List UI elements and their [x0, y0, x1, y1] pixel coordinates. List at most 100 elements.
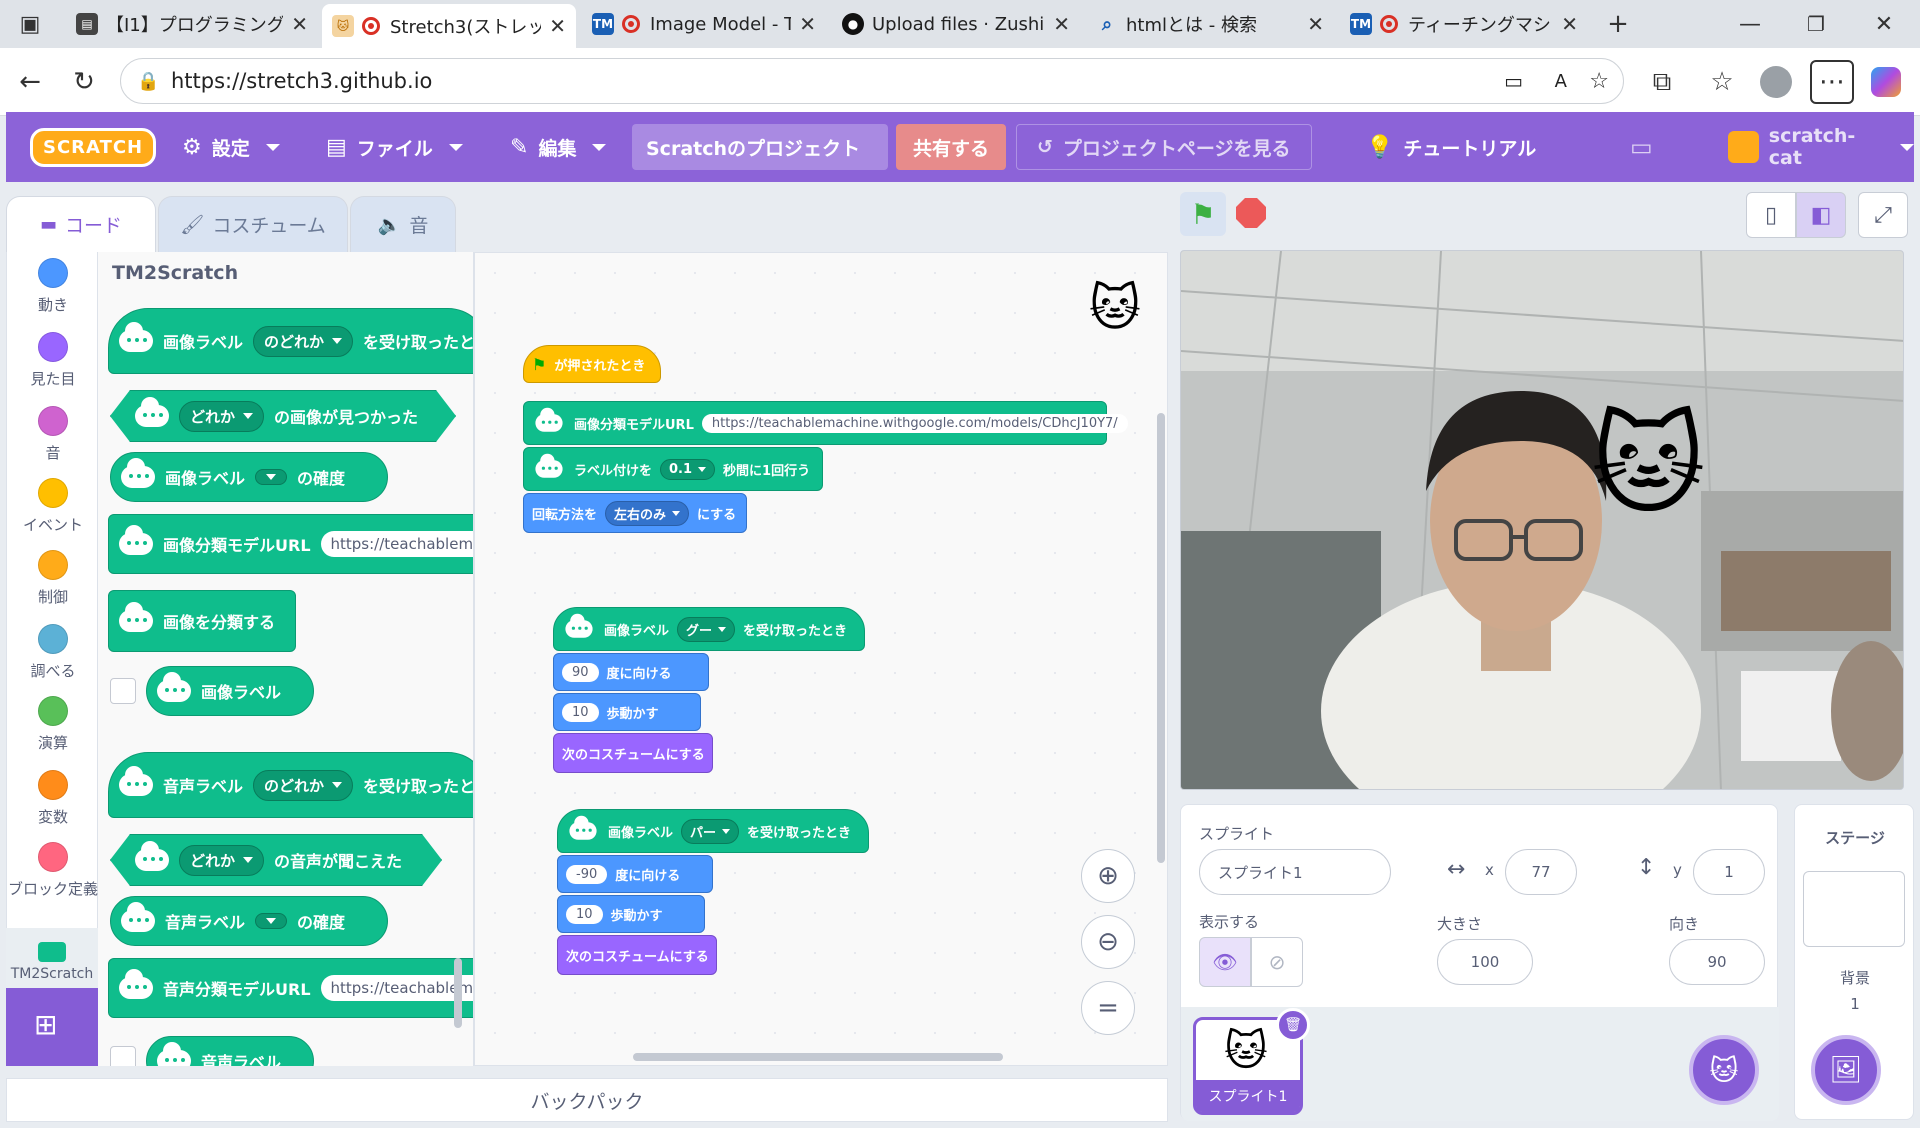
- category-looks[interactable]: 見た目: [7, 332, 99, 389]
- green-flag-button[interactable]: ⚑: [1180, 192, 1226, 236]
- direction-input[interactable]: 90: [562, 662, 599, 682]
- project-title-input[interactable]: Scratchのプロジェクト: [632, 124, 888, 170]
- script-next-costume[interactable]: 次のコスチュームにする: [553, 733, 713, 773]
- reload-icon[interactable]: ↻: [64, 62, 104, 102]
- steps-input[interactable]: 10: [562, 702, 599, 722]
- window-close-icon[interactable]: ✕: [1864, 4, 1904, 44]
- palette-block-image-found[interactable]: どれか の画像が見つかった: [110, 390, 456, 442]
- new-tab-icon[interactable]: +: [1598, 4, 1638, 44]
- close-icon[interactable]: ✕: [1307, 12, 1324, 36]
- choose-backdrop-button[interactable]: 🖼: [1811, 1035, 1881, 1105]
- category-my-blocks[interactable]: ブロック定義: [7, 842, 99, 899]
- browser-tab[interactable]: ● Upload files · Zushi-I ✕: [832, 6, 1080, 42]
- y-position-input[interactable]: 1: [1693, 849, 1765, 895]
- settings-menu[interactable]: ⚙ 設定: [182, 112, 280, 182]
- large-stage-button[interactable]: ◧: [1796, 192, 1846, 238]
- script-set-rotation-style[interactable]: 回転方法を 左右のみ にする: [523, 493, 747, 533]
- browser-tab[interactable]: ▤ 【I1】プログラミング体験 ✕: [66, 6, 318, 42]
- copilot-icon[interactable]: [1866, 62, 1906, 102]
- category-sensing[interactable]: 調べる: [7, 624, 99, 681]
- close-icon[interactable]: ✕: [1053, 12, 1070, 36]
- tutorials-button[interactable]: 💡 チュートリアル: [1366, 112, 1536, 182]
- edit-menu[interactable]: ✎ 編集: [510, 112, 607, 182]
- size-input[interactable]: 100: [1437, 939, 1533, 985]
- script-when-flag-clicked[interactable]: ⚑ が押されたとき: [523, 345, 661, 383]
- share-button[interactable]: 共有する: [896, 124, 1006, 170]
- zoom-out-button[interactable]: ⊖: [1081, 915, 1135, 969]
- script-point-in-direction[interactable]: -90 度に向ける: [557, 855, 713, 893]
- extensions-icon[interactable]: ⧉: [1642, 62, 1682, 102]
- label-dropdown[interactable]: のどれか: [253, 769, 354, 801]
- choose-sprite-button[interactable]: 🐱: [1689, 1035, 1759, 1105]
- url-input[interactable]: 🔒 https://stretch3.github.io ▭ A ☆: [120, 58, 1624, 104]
- close-icon[interactable]: ✕: [799, 12, 816, 36]
- x-position-input[interactable]: 77: [1505, 849, 1577, 895]
- palette-scrollbar[interactable]: [454, 958, 462, 1028]
- scratch-cat-sprite[interactable]: 🐱: [1591, 401, 1706, 529]
- add-extension-button[interactable]: ⊞: [6, 988, 98, 1066]
- see-project-page-button[interactable]: ↺ プロジェクトページを見る: [1016, 124, 1312, 170]
- label-dropdown[interactable]: [255, 469, 288, 485]
- palette-block-classify-image[interactable]: 画像を分類する: [108, 590, 296, 652]
- workspace-horizontal-scrollbar[interactable]: [633, 1053, 1003, 1061]
- label-dropdown[interactable]: のどれか: [253, 325, 354, 357]
- image-label-checkbox[interactable]: [110, 678, 136, 704]
- stop-button[interactable]: [1236, 198, 1266, 228]
- model-url-value[interactable]: https://teachablemachine.withgoogle.com/…: [701, 413, 1128, 433]
- palette-block-image-model-url[interactable]: 画像分類モデルURL https://teachablemachine: [108, 514, 473, 574]
- stage-canvas[interactable]: 🐱: [1180, 250, 1904, 790]
- label-dropdown[interactable]: グー: [677, 616, 736, 642]
- more-menu-icon[interactable]: ⋯: [1810, 60, 1854, 104]
- workspace-vertical-scrollbar[interactable]: [1157, 413, 1165, 863]
- script-set-model-url[interactable]: 画像分類モデルURL https://teachablemachine.with…: [523, 401, 1128, 445]
- account-menu[interactable]: scratch-cat: [1728, 112, 1914, 182]
- palette-block-sound-confidence[interactable]: 音声ラベル の確度: [110, 896, 388, 946]
- read-aloud-icon[interactable]: A: [1555, 71, 1567, 92]
- scratch-logo[interactable]: SCRATCH: [30, 112, 157, 182]
- show-sprite-button[interactable]: 👁: [1199, 937, 1251, 987]
- script-when-label-paa[interactable]: 画像ラベル パー を受け取ったとき: [557, 809, 869, 853]
- hide-sprite-button[interactable]: ⊘: [1251, 937, 1303, 987]
- profile-avatar[interactable]: [1756, 62, 1796, 102]
- palette-block-sound-label[interactable]: 音声ラベル: [146, 1036, 314, 1066]
- zoom-reset-button[interactable]: =: [1081, 981, 1135, 1035]
- category-control[interactable]: 制御: [7, 550, 99, 607]
- rotation-dropdown[interactable]: 左右のみ: [605, 500, 690, 526]
- label-dropdown[interactable]: [255, 913, 288, 929]
- close-icon[interactable]: ✕: [1561, 12, 1578, 36]
- minimize-icon[interactable]: —: [1730, 4, 1770, 44]
- label-dropdown[interactable]: どれか: [179, 401, 264, 432]
- fullscreen-button[interactable]: ⤢: [1858, 192, 1908, 238]
- label-dropdown[interactable]: どれか: [179, 845, 264, 876]
- camera-icon[interactable]: ▭: [1504, 69, 1523, 93]
- favorites-icon[interactable]: ☆: [1702, 62, 1742, 102]
- palette-block-image-label[interactable]: 画像ラベル: [146, 666, 314, 716]
- script-label-interval[interactable]: ラベル付けを 0.1 秒間に1回行う: [523, 447, 823, 491]
- browser-tab[interactable]: TM ティーチングマシン ✕: [1340, 6, 1588, 42]
- browser-tab-active[interactable]: 🐱 Stretch3(ストレッチ ✕: [322, 4, 576, 48]
- browser-tab[interactable]: TM Image Model - Te ✕: [582, 6, 826, 42]
- category-operators[interactable]: 演算: [7, 696, 99, 753]
- category-variables[interactable]: 変数: [7, 770, 99, 827]
- palette-block-sound-model-url[interactable]: 音声分類モデルURL https://teachablemachine: [108, 958, 473, 1018]
- script-move-steps[interactable]: 10 歩動かす: [553, 693, 701, 731]
- direction-input[interactable]: -90: [566, 864, 608, 884]
- favorite-star-icon[interactable]: ☆: [1589, 69, 1609, 94]
- close-icon[interactable]: ✕: [549, 14, 566, 38]
- stage-target-panel[interactable]: ステージ 背景 1 🖼: [1794, 804, 1914, 1120]
- tab-sounds[interactable]: 🔈 音: [350, 196, 456, 252]
- category-events[interactable]: イベント: [7, 478, 99, 535]
- backpack-bar[interactable]: バックパック: [6, 1078, 1168, 1122]
- category-tm2scratch[interactable]: TM2Scratch: [6, 928, 98, 988]
- sound-label-checkbox[interactable]: [110, 1046, 136, 1066]
- zoom-in-button[interactable]: ⊕: [1081, 849, 1135, 903]
- close-icon[interactable]: ✕: [291, 12, 308, 36]
- restore-icon[interactable]: ❐: [1796, 4, 1836, 44]
- stage-thumbnail[interactable]: [1803, 871, 1905, 947]
- category-sound[interactable]: 音: [7, 406, 99, 463]
- tab-actions-icon[interactable]: ▣: [10, 4, 50, 44]
- category-motion[interactable]: 動き: [7, 258, 99, 315]
- folder-icon[interactable]: ▭: [1630, 112, 1653, 182]
- tab-costumes[interactable]: 🖌 コスチューム: [158, 196, 348, 252]
- delete-sprite-icon[interactable]: 🗑: [1276, 1008, 1310, 1042]
